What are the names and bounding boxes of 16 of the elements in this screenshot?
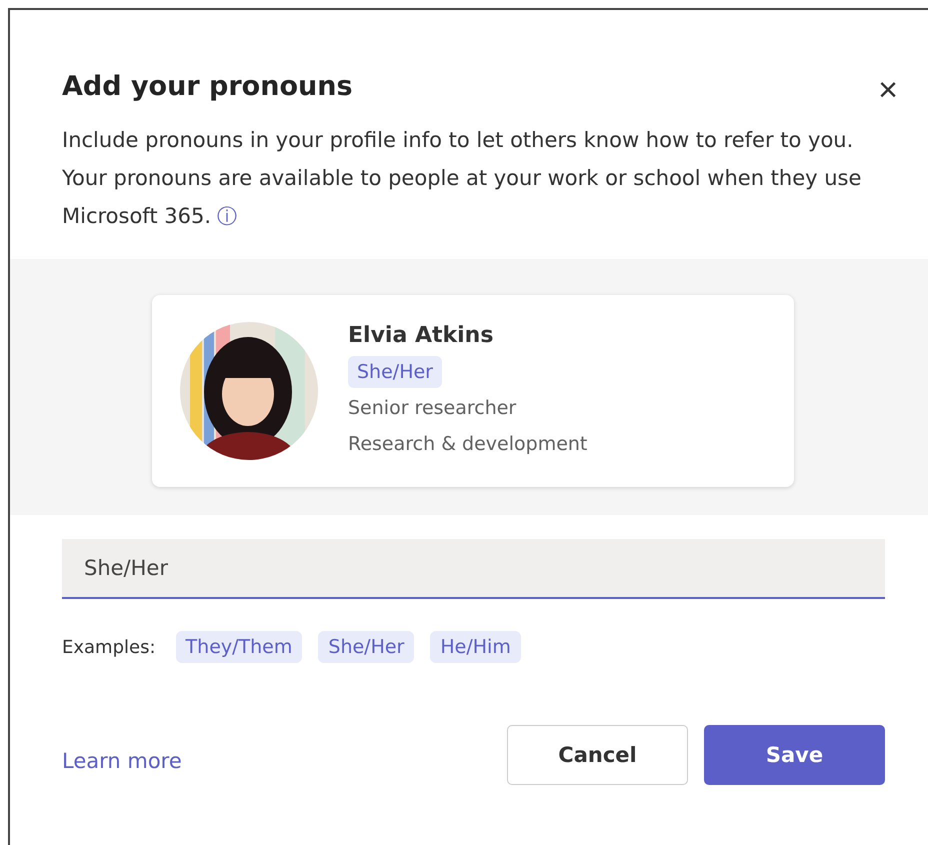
examples-label: Examples: bbox=[62, 636, 156, 658]
dialog-title: Add your pronouns bbox=[62, 70, 353, 102]
pronoun-tag: She/Her bbox=[348, 356, 442, 388]
profile-name: Elvia Atkins bbox=[348, 322, 494, 348]
example-chip[interactable]: He/Him bbox=[430, 631, 521, 663]
description-text: Include pronouns in your profile info to let others know how to refer to you. Your pronouns are available to people at your work or school when they use Microsoft 365. ⓘ bbox=[62, 127, 862, 230]
example-chip[interactable]: She/Her bbox=[318, 631, 414, 663]
cancel-button[interactable]: Cancel bbox=[507, 725, 688, 785]
department-text: Research & development bbox=[348, 432, 588, 456]
pronouns-input-field[interactable]: She/Her bbox=[62, 539, 885, 599]
job-title: Senior researcher bbox=[348, 396, 516, 420]
info-icon[interactable]: ⓘ bbox=[217, 204, 237, 228]
close-button[interactable]: × bbox=[878, 73, 898, 107]
save-button[interactable]: Save bbox=[704, 725, 885, 785]
example-chip[interactable]: They/Them bbox=[176, 631, 302, 663]
learn-more-link[interactable]: Learn more bbox=[62, 749, 182, 773]
